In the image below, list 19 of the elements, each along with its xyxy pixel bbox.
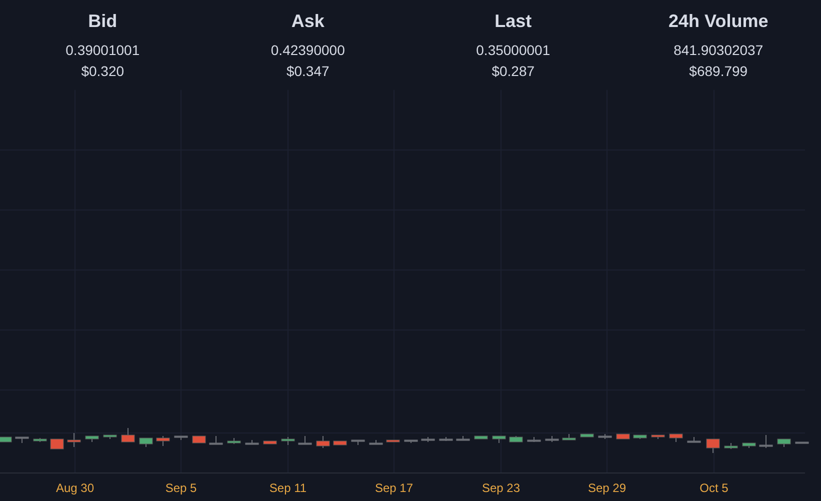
stat-usd-value: $0.347 (286, 62, 330, 81)
stat-usd-value: $689.799 (689, 62, 748, 81)
axis-date-label: Sep 17 (374, 481, 414, 495)
stat-value: 0.35000001 (476, 41, 550, 60)
axis-date-label: Sep 29 (588, 481, 626, 495)
stat-usd-value: $0.287 (492, 62, 535, 81)
stat-usd-value: $0.320 (81, 62, 124, 81)
stat-label: Ask (291, 10, 324, 32)
stat-label: Bid (88, 10, 118, 32)
stat-label: Last (494, 10, 532, 32)
axis-date-label: Aug 30 (56, 481, 94, 495)
stat-value: 841.90302037 (674, 41, 764, 60)
stat-value: 0.39001001 (66, 41, 140, 60)
axis-date-label: Sep 11 (269, 481, 307, 495)
axis-date-label: Sep 23 (482, 481, 520, 495)
axis-date-label: Sep 5 (165, 481, 197, 495)
stat-label: 24h Volume (668, 10, 768, 32)
stat-value: 0.42390000 (270, 41, 345, 60)
axis-date-label: Oct 5 (700, 481, 728, 495)
